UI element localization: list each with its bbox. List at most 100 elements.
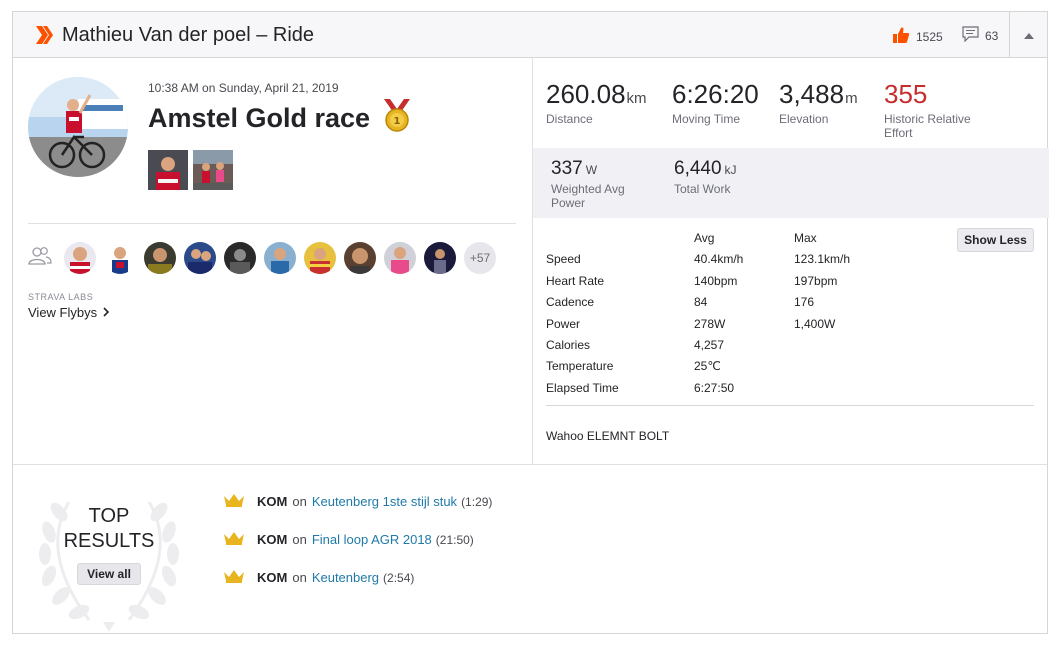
achievement-on: on <box>292 532 307 547</box>
row-max: 197bpm <box>794 274 838 288</box>
athlete-avatar-small[interactable] <box>104 242 136 274</box>
stat-weighted-power: 337 W Weighted Avg Power <box>551 158 651 210</box>
achievement-item: KOM on Final loop AGR 2018 (21:50) <box>223 531 474 548</box>
section-divider <box>13 464 1047 465</box>
activity-card: Mathieu Van der poel – Ride 1525 63 10:3… <box>12 11 1049 634</box>
row-max: 123.1km/h <box>794 252 851 266</box>
view-flybys-label: View Flybys <box>28 305 98 320</box>
achievement-badge: KOM <box>257 532 288 547</box>
comment-icon <box>962 26 979 45</box>
group-icon <box>28 246 52 271</box>
left-divider <box>28 223 516 224</box>
athlete-avatar-small[interactable] <box>224 242 256 274</box>
segment-link[interactable]: Keutenberg <box>312 570 379 585</box>
total-work-label: Total Work <box>674 182 731 196</box>
row-avg: 25℃ <box>694 359 721 373</box>
activity-datetime: 10:38 AM on Sunday, April 21, 2019 <box>148 81 339 95</box>
kudos-button[interactable]: 1525 <box>892 26 943 47</box>
activity-header-title: Mathieu Van der poel – Ride <box>62 24 315 46</box>
distance-label: Distance <box>546 112 593 126</box>
achievement-on: on <box>292 570 307 585</box>
athlete-avatar-small[interactable] <box>184 242 216 274</box>
athlete-avatar-small[interactable] <box>344 242 376 274</box>
athlete-avatar-small[interactable] <box>304 242 336 274</box>
row-label: Speed <box>546 252 581 266</box>
strava-labs-label: STRAVA LABS <box>28 292 94 302</box>
stat-row-temperature: Temperature 25℃ <box>546 359 1026 379</box>
svg-text:1: 1 <box>394 116 401 127</box>
activity-photos <box>148 150 233 190</box>
activity-photo[interactable] <box>148 150 188 190</box>
ride-chevron-icon <box>35 25 55 50</box>
chevron-right-icon <box>103 305 110 320</box>
activity-photo[interactable] <box>193 150 233 190</box>
row-label: Elapsed Time <box>546 381 619 395</box>
elevation-label: Elevation <box>779 112 829 126</box>
row-label: Cadence <box>546 295 595 309</box>
stat-moving-time: 6:26:20 Moving Time <box>672 79 759 126</box>
athlete-avatar-small[interactable] <box>144 242 176 274</box>
athlete-avatar-small[interactable] <box>64 242 96 274</box>
stat-row-heart-rate: Heart Rate 140bpm 197bpm <box>546 274 1026 294</box>
activity-title: Amstel Gold race <box>148 103 371 133</box>
row-max: 176 <box>794 295 815 309</box>
view-all-button[interactable]: View all <box>77 563 141 585</box>
row-label: Temperature <box>546 359 614 373</box>
elevation-unit: m <box>845 90 858 107</box>
secondary-stats: 337 W Weighted Avg Power 6,440 kJ Total Wo… <box>533 148 1049 218</box>
comment-count: 63 <box>985 28 999 43</box>
athlete-avatar[interactable] <box>28 77 128 177</box>
comments-button[interactable]: 63 <box>962 26 998 45</box>
avg-column-header: Avg <box>694 231 715 245</box>
segment-time: (21:50) <box>435 532 474 547</box>
row-label: Calories <box>546 338 591 352</box>
view-flybys-link[interactable]: View Flybys <box>28 305 110 320</box>
achievement-item: KOM on Keutenberg 1ste stijl stuk (1:29) <box>223 493 492 510</box>
stat-relative-effort[interactable]: 355 Historic Relative Effort <box>884 79 984 140</box>
crown-icon <box>223 569 245 586</box>
distance-value: 260.08 <box>546 79 626 109</box>
elevation-value: 3,488 <box>779 79 845 109</box>
athlete-avatar-small[interactable] <box>424 242 456 274</box>
top-results-line1: TOP <box>88 505 130 527</box>
top-results-line2: RESULTS <box>63 530 155 552</box>
achievement-badge: KOM <box>257 570 288 585</box>
segment-time: (2:54) <box>383 570 415 585</box>
achievement-item: KOM on Keutenberg (2:54) <box>223 569 414 586</box>
row-avg: 140bpm <box>694 274 738 288</box>
stat-row-power: Power 278W 1,400W <box>546 317 1026 337</box>
show-less-button[interactable]: Show Less <box>957 228 1034 252</box>
total-work-unit: kJ <box>724 163 737 177</box>
weighted-power-unit: W <box>585 163 598 177</box>
device-divider <box>546 405 1034 406</box>
thumbs-up-icon <box>892 26 910 47</box>
distance-unit: km <box>626 90 647 107</box>
athlete-avatar-small[interactable] <box>384 242 416 274</box>
row-label: Power <box>546 317 581 331</box>
row-avg: 40.4km/h <box>694 252 744 266</box>
row-label: Heart Rate <box>546 274 605 288</box>
crown-icon <box>223 531 245 548</box>
weighted-power-label: Weighted Avg Power <box>551 182 625 210</box>
stat-total-work: 6,440 kJ Total Work <box>674 158 737 196</box>
moving-time-value: 6:26:20 <box>672 79 759 109</box>
total-work-value: 6,440 <box>674 158 722 179</box>
row-avg: 278W <box>694 317 726 331</box>
top-results-badge: TOP RESULTS View all <box>29 472 189 632</box>
stat-row-elapsed-time: Elapsed Time 6:27:50 <box>546 381 1026 401</box>
more-athletes-badge[interactable]: +57 <box>464 242 496 274</box>
kudos-count: 1525 <box>916 29 943 44</box>
row-max: 1,400W <box>794 317 836 331</box>
row-avg: 6:27:50 <box>694 381 735 395</box>
top-results-title: TOP RESULTS <box>29 504 189 554</box>
moving-time-label: Moving Time <box>672 112 741 126</box>
segment-link[interactable]: Keutenberg 1ste stijl stuk <box>312 494 457 509</box>
athlete-avatar-small[interactable] <box>264 242 296 274</box>
collapse-button[interactable] <box>1009 12 1048 57</box>
device-name: Wahoo ELEMNT BOLT <box>546 429 670 443</box>
caret-up-icon <box>1024 26 1034 44</box>
segment-link[interactable]: Final loop AGR 2018 <box>312 532 432 547</box>
group-athletes: +57 <box>28 242 496 274</box>
stat-elevation: 3,488m Elevation <box>779 79 858 126</box>
segment-time: (1:29) <box>461 494 493 509</box>
